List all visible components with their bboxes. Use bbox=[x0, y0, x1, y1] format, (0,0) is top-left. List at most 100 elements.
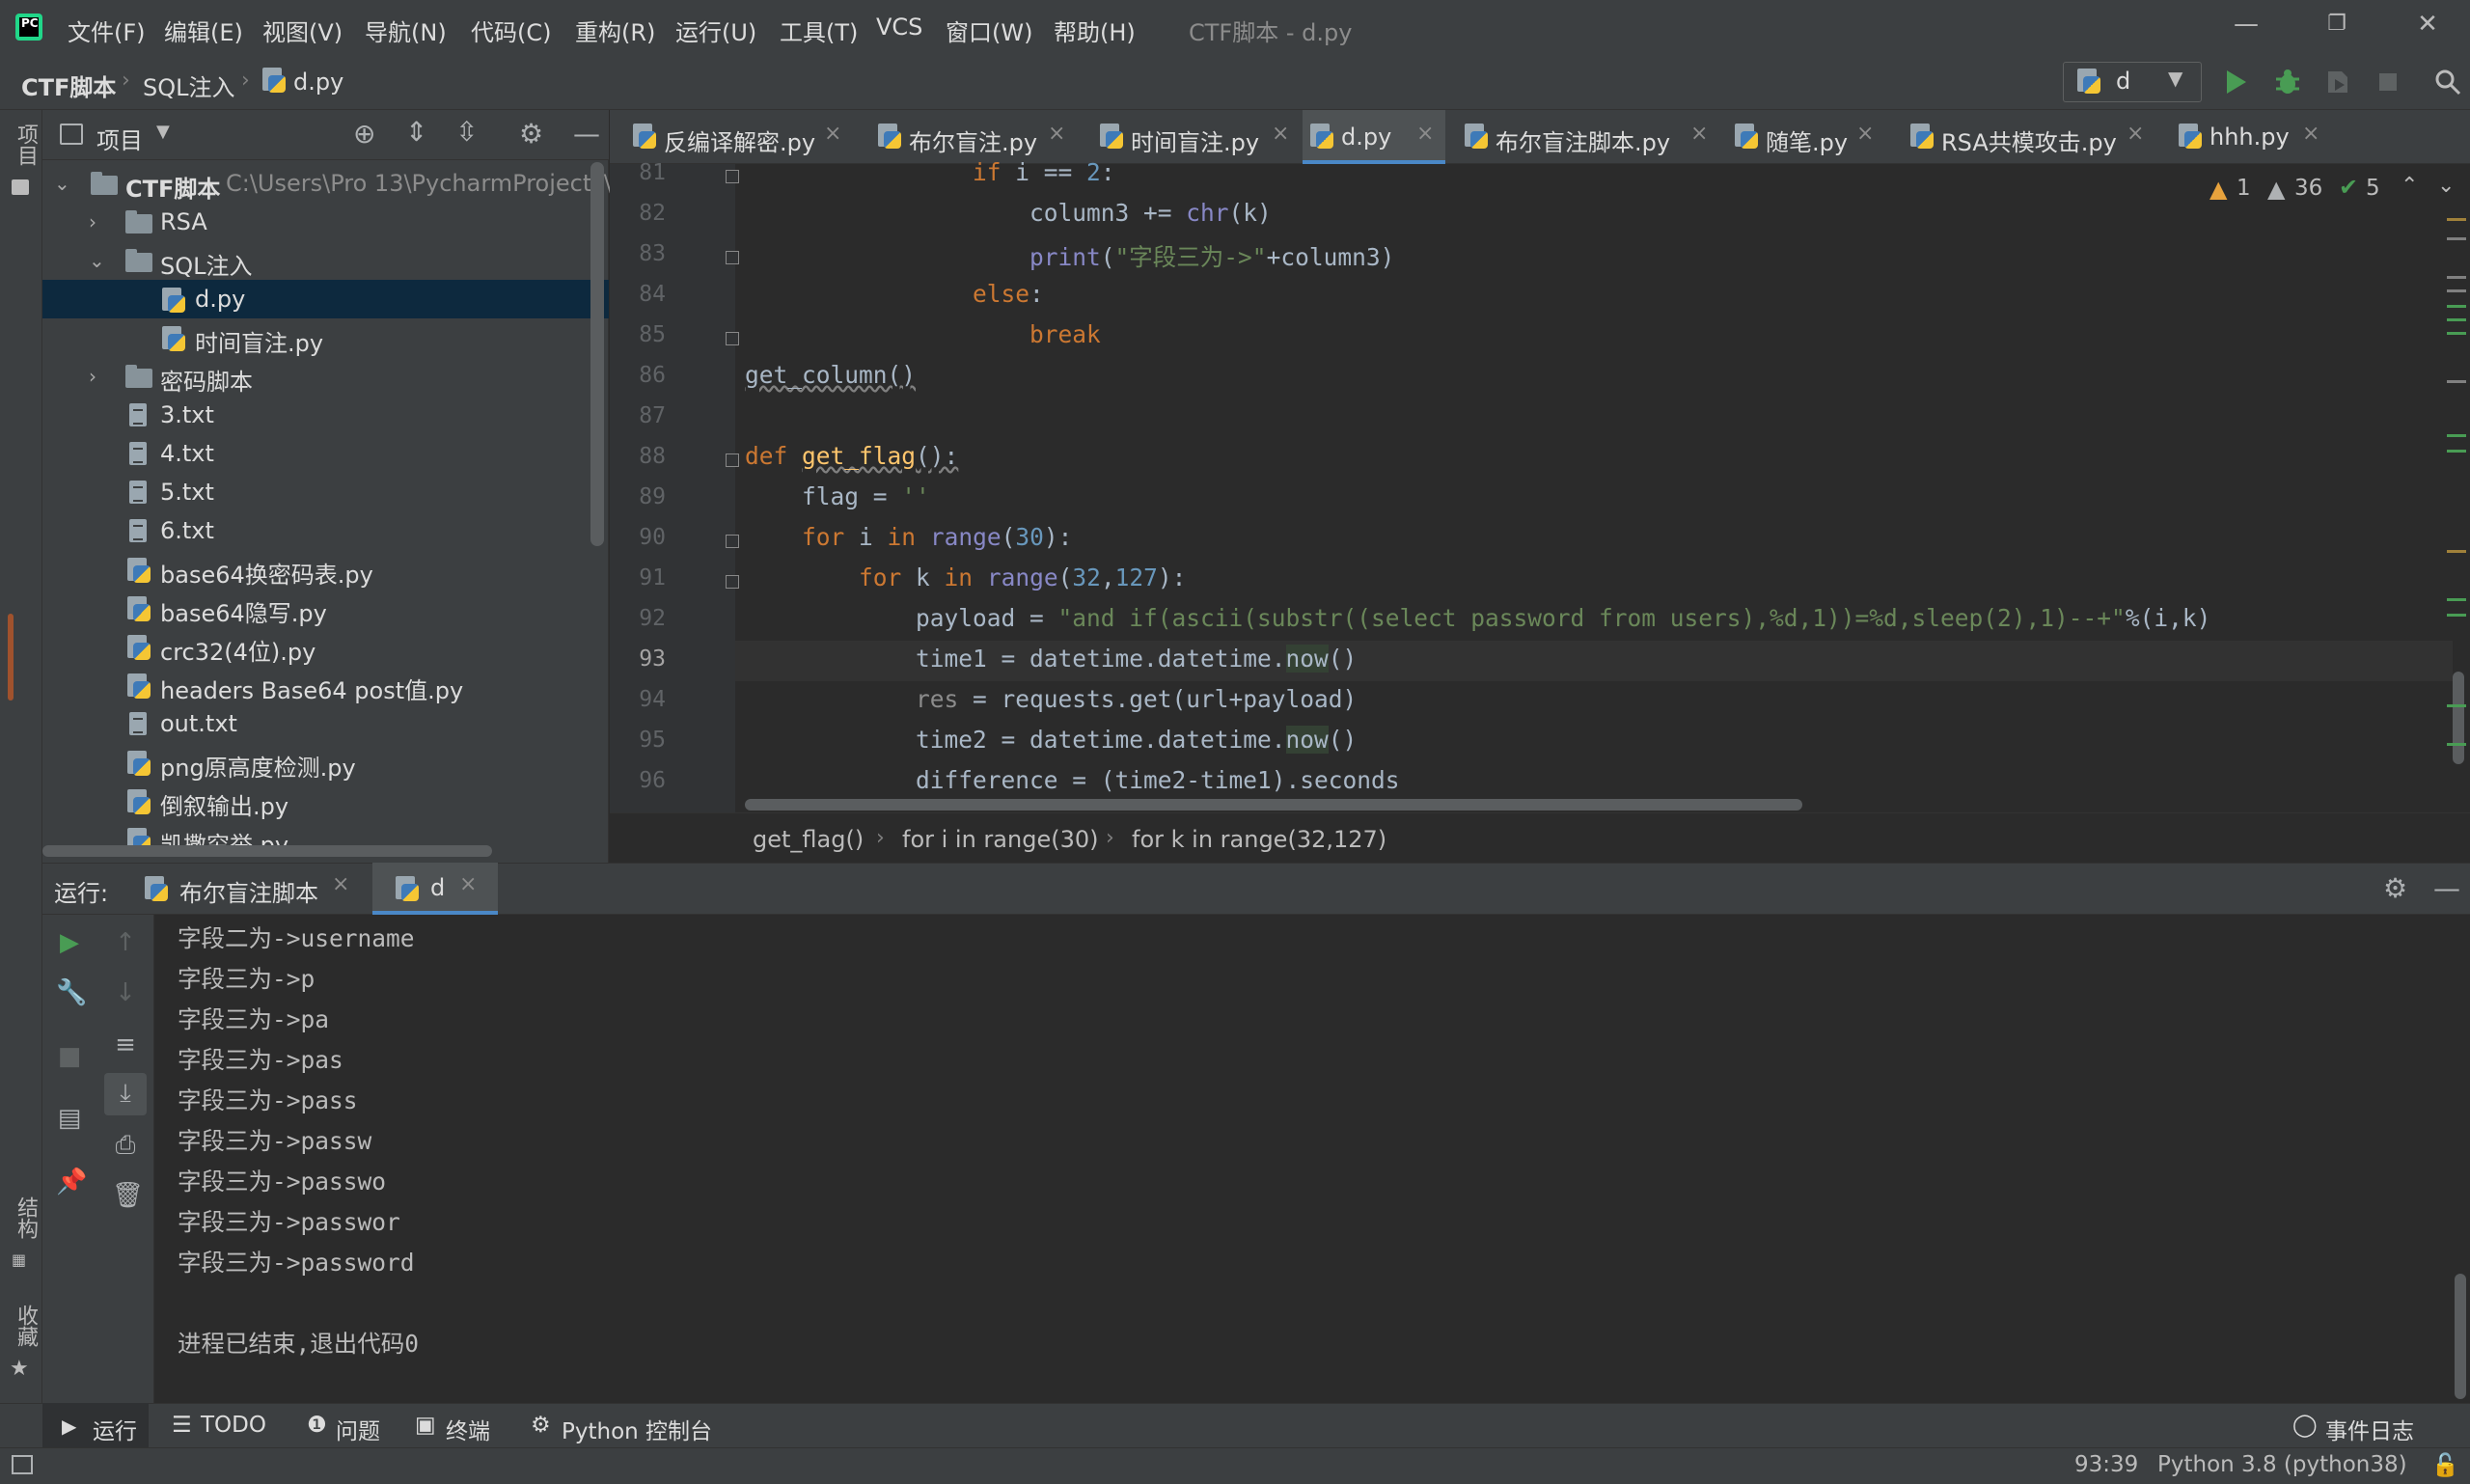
chevron-up-icon[interactable]: ⌃ bbox=[2401, 174, 2418, 198]
warning-strong-icon[interactable]: ▲ bbox=[2209, 176, 2227, 203]
stripe-mark[interactable] bbox=[2447, 305, 2466, 308]
rerun-icon[interactable]: ▶ bbox=[56, 928, 83, 957]
fold-marker-icon[interactable] bbox=[726, 575, 739, 589]
tool-python-console[interactable]: Python 控制台 bbox=[562, 1413, 712, 1445]
fold-marker-icon[interactable] bbox=[726, 332, 739, 345]
tab-notes[interactable]: 随笔.py × bbox=[1727, 110, 1874, 164]
fold-marker-icon[interactable] bbox=[726, 251, 739, 264]
editor-horizontal-scrollbar[interactable] bbox=[745, 799, 1802, 811]
tree-item-time-blind[interactable]: 时间盲注.py bbox=[42, 318, 609, 357]
locate-icon[interactable]: ⊕ bbox=[353, 118, 375, 150]
stripe-mark[interactable] bbox=[2447, 614, 2466, 617]
menu-file[interactable]: 文件(F) bbox=[68, 14, 146, 47]
tree-item-base64-stego[interactable]: base64隐写.py bbox=[42, 589, 609, 627]
close-tab-icon[interactable]: × bbox=[332, 872, 349, 896]
close-tab-icon[interactable]: × bbox=[459, 872, 477, 896]
close-tab-icon[interactable]: × bbox=[1416, 122, 1434, 146]
close-tab-icon[interactable]: × bbox=[2127, 122, 2144, 146]
stop-icon[interactable]: ■ bbox=[56, 1042, 83, 1071]
restore-icon[interactable]: ❐ bbox=[2318, 12, 2356, 46]
stop-icon[interactable] bbox=[2374, 68, 2402, 96]
menu-tools[interactable]: 工具(T) bbox=[780, 14, 858, 47]
layout-icon[interactable]: ▤ bbox=[56, 1104, 83, 1133]
stripe-mark[interactable] bbox=[2447, 289, 2466, 292]
tree-item-root[interactable]: ⌄ CTF脚本 C:\Users\Pro 13\PycharmProjects\… bbox=[42, 164, 628, 203]
lock-icon[interactable]: 🔓 bbox=[2431, 1452, 2459, 1478]
project-view-label[interactable]: 项目 bbox=[96, 122, 143, 155]
menu-view[interactable]: 视图(V) bbox=[262, 14, 343, 47]
tab-bool-blind-script[interactable]: 布尔盲注脚本.py × bbox=[1457, 110, 1712, 164]
gear-icon[interactable]: ⚙ bbox=[2383, 872, 2407, 904]
stripe-mark[interactable] bbox=[2447, 237, 2466, 240]
run-configuration-select[interactable]: d ▼ bbox=[2063, 62, 2202, 102]
minimize-icon[interactable]: — bbox=[2227, 10, 2265, 44]
code-crumb-function[interactable]: get_flag() bbox=[753, 826, 864, 853]
code-crumb-inner-loop[interactable]: for k in range(32,127) bbox=[1132, 826, 1386, 853]
chevron-down-icon[interactable]: ⌄ bbox=[2437, 174, 2455, 198]
stripe-mark[interactable] bbox=[2447, 434, 2466, 437]
tool-problems[interactable]: 问题 bbox=[336, 1413, 380, 1445]
print-icon[interactable]: ⎙ bbox=[112, 1131, 139, 1160]
fold-marker-icon[interactable] bbox=[726, 170, 739, 183]
menu-run[interactable]: 运行(U) bbox=[675, 14, 756, 47]
stripe-mark[interactable] bbox=[2447, 450, 2466, 453]
debug-icon[interactable] bbox=[2273, 68, 2302, 96]
editor-vertical-scrollbar[interactable] bbox=[2453, 672, 2464, 764]
project-vertical-scrollbar[interactable] bbox=[590, 162, 604, 546]
stripe-mark[interactable] bbox=[2447, 743, 2466, 746]
console-vertical-scrollbar[interactable] bbox=[2455, 1274, 2466, 1399]
tool-event-log[interactable]: 事件日志 bbox=[2325, 1413, 2414, 1445]
gear-icon[interactable]: ⚙ bbox=[519, 118, 543, 150]
code-crumb-outer-loop[interactable]: for i in range(30) bbox=[902, 826, 1098, 853]
tab-d-py[interactable]: d.py × bbox=[1303, 110, 1445, 164]
search-icon[interactable] bbox=[2433, 68, 2462, 96]
trash-icon[interactable]: 🗑 bbox=[112, 1181, 144, 1210]
tab-bool-blind[interactable]: 布尔盲注.py × bbox=[870, 110, 1065, 164]
arrow-down-icon[interactable]: ↓ bbox=[112, 978, 139, 1007]
stripe-mark[interactable] bbox=[2447, 276, 2466, 279]
stripe-mark[interactable] bbox=[2447, 598, 2466, 601]
menu-vcs[interactable]: VCS bbox=[876, 14, 922, 41]
favorites-tool-tab[interactable]: 收藏 bbox=[10, 1305, 41, 1347]
menu-navigate[interactable]: 导航(N) bbox=[365, 14, 447, 47]
caret-position[interactable]: 93:39 bbox=[2074, 1452, 2138, 1477]
python-interpreter[interactable]: Python 3.8 (python38) bbox=[2157, 1452, 2407, 1477]
check-icon[interactable]: ✔ bbox=[2339, 174, 2358, 201]
tree-item-out-txt[interactable]: out.txt bbox=[42, 704, 609, 743]
run-icon[interactable] bbox=[2221, 68, 2250, 96]
chevron-down-icon[interactable]: ⌄ bbox=[89, 249, 105, 272]
run-tab-bool-blind[interactable]: 布尔盲注脚本 × bbox=[145, 870, 349, 915]
tree-item-6-txt[interactable]: 6.txt bbox=[42, 511, 609, 550]
coverage-icon[interactable] bbox=[2323, 68, 2352, 96]
tree-item-sql[interactable]: ⌄ SQL注入 bbox=[42, 241, 609, 280]
stripe-mark[interactable] bbox=[2447, 704, 2466, 707]
tree-item-5-txt[interactable]: 5.txt bbox=[42, 473, 609, 511]
menu-help[interactable]: 帮助(H) bbox=[1054, 14, 1136, 47]
fold-marker-icon[interactable] bbox=[726, 453, 739, 467]
warning-weak-icon[interactable]: ▲ bbox=[2267, 176, 2285, 203]
stripe-mark[interactable] bbox=[2447, 332, 2466, 335]
tab-rsa[interactable]: RSA共模攻击.py × bbox=[1903, 110, 2157, 164]
chevron-right-icon[interactable]: › bbox=[89, 365, 96, 388]
project-horizontal-scrollbar[interactable] bbox=[42, 845, 492, 857]
chevron-down-icon[interactable]: ▼ bbox=[156, 122, 170, 142]
breadcrumb-folder[interactable]: SQL注入 bbox=[143, 69, 235, 102]
breadcrumb-project[interactable]: CTF脚本 bbox=[21, 69, 116, 102]
tool-todo[interactable]: TODO bbox=[201, 1413, 266, 1438]
close-tab-icon[interactable]: × bbox=[2302, 122, 2319, 146]
run-tab-d[interactable]: d × bbox=[372, 863, 498, 915]
fold-marker-icon[interactable] bbox=[726, 535, 739, 548]
stripe-mark[interactable] bbox=[2447, 318, 2466, 321]
project-tool-tab[interactable]: 项目 bbox=[10, 124, 41, 166]
menu-window[interactable]: 窗口(W) bbox=[946, 14, 1032, 47]
hide-panel-icon[interactable]: — bbox=[573, 118, 600, 150]
structure-tool-tab[interactable]: 结构 bbox=[10, 1196, 41, 1239]
breadcrumb-file[interactable]: d.py bbox=[293, 69, 343, 96]
menu-refactor[interactable]: 重构(R) bbox=[575, 14, 655, 47]
pin-icon[interactable]: 📌 bbox=[56, 1168, 87, 1196]
hide-panel-icon[interactable]: — bbox=[2433, 872, 2460, 904]
collapse-all-icon[interactable]: ⇳ bbox=[455, 116, 478, 148]
close-tab-icon[interactable]: × bbox=[1272, 122, 1289, 146]
tab-hhh[interactable]: hhh.py × bbox=[2171, 110, 2325, 164]
close-tab-icon[interactable]: × bbox=[1048, 122, 1065, 146]
